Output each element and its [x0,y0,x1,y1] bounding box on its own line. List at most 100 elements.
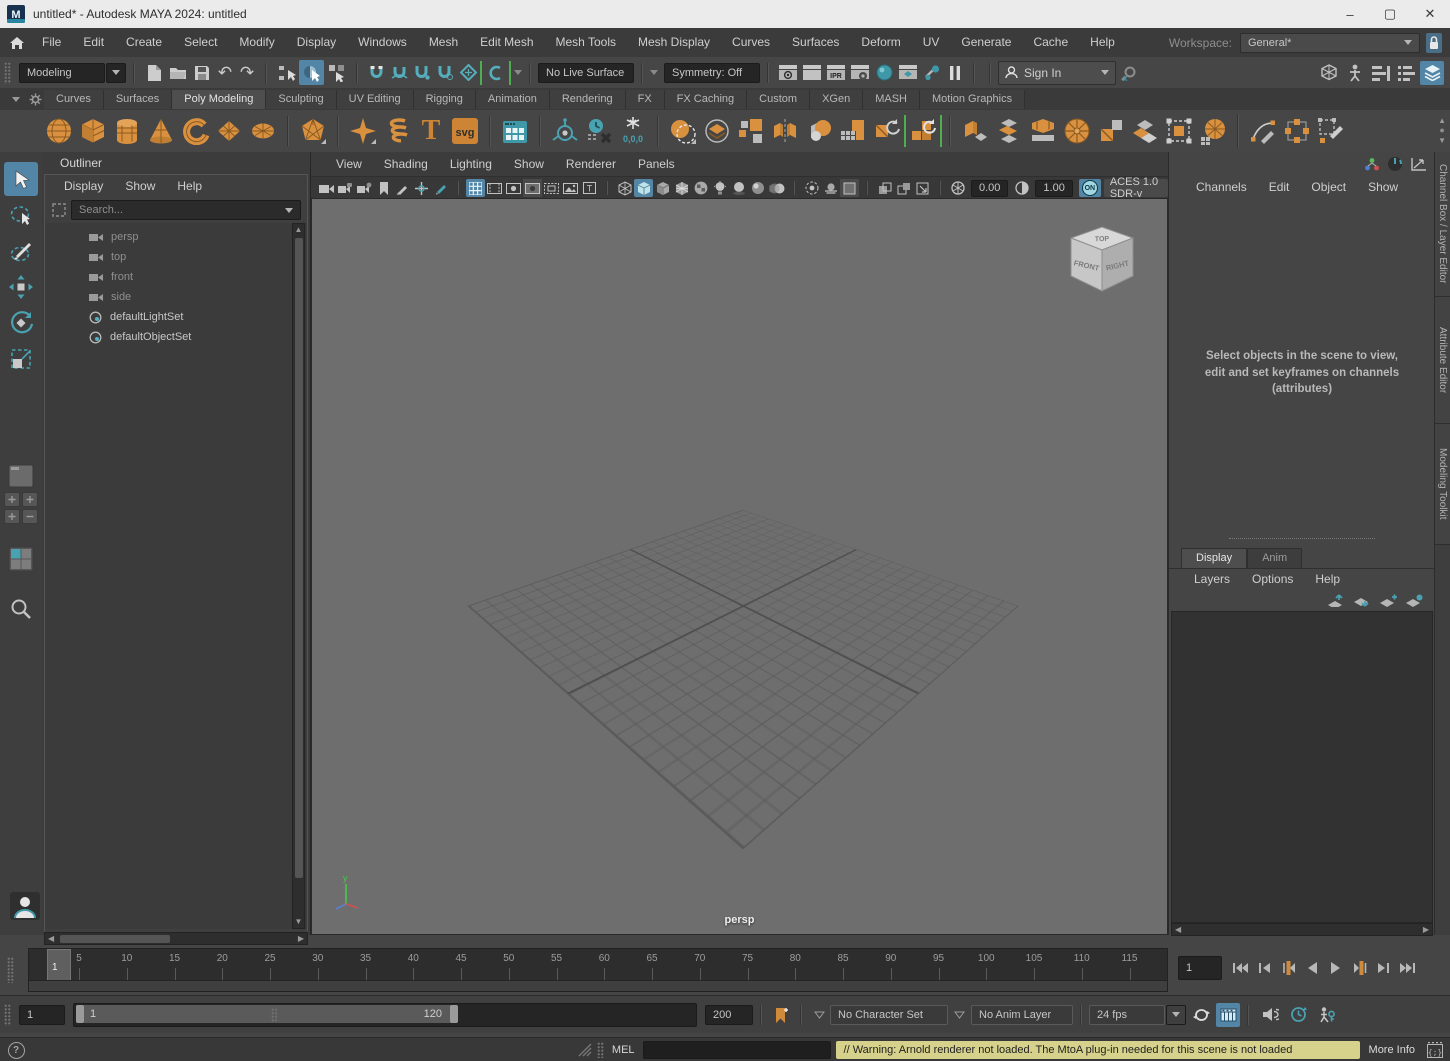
attribute-editor-toggle-icon[interactable] [1394,65,1420,81]
motion-blur-icon[interactable] [767,179,786,197]
transform-constraint-icon[interactable] [1162,114,1196,148]
poly-torus-icon[interactable] [178,114,212,148]
create-empty-layer-icon[interactable] [1379,594,1397,607]
user-avatar[interactable] [8,889,42,923]
freeze-transformations-icon[interactable]: 0,0,0 [616,114,650,148]
separator[interactable] [133,63,135,83]
layer-menu-layers[interactable]: Layers [1183,565,1241,594]
smooth-icon[interactable] [836,114,870,148]
view-cube[interactable]: TOP FRONT RIGHT [1065,221,1139,301]
curve-pencil-icon[interactable] [1246,114,1280,148]
gamma-icon[interactable] [1012,179,1031,197]
viewport-menu-shading[interactable]: Shading [373,150,439,179]
auto-keyframe-icon[interactable] [1312,1006,1340,1023]
shelf-tab-rendering[interactable]: Rendering [550,90,626,109]
hud-text-icon[interactable]: T [580,179,599,197]
pencil-icon[interactable] [431,179,450,197]
separator[interactable] [265,63,267,83]
outliner-menu-show[interactable]: Show [114,172,166,201]
outliner-item-defaultlightset[interactable]: defaultLightSet [45,307,307,327]
pane-arrow-icon[interactable] [913,179,932,197]
save-scene-icon[interactable] [190,65,214,81]
range-slider-active[interactable]: 1 120 [76,1005,458,1023]
select-camera-icon[interactable] [317,179,336,197]
fog-icon[interactable] [821,179,840,197]
timeslider-grip[interactable] [7,957,14,983]
workspace-dropdown[interactable]: General* [1240,33,1420,53]
range-end-handle[interactable] [450,1005,458,1023]
lasso-tool[interactable] [4,198,38,232]
flat-shade-icon[interactable] [653,179,672,197]
snap-to-grid-icon[interactable] [365,64,388,81]
menu-display[interactable]: Display [286,28,347,57]
open-scene-icon[interactable] [166,65,190,80]
helix-icon[interactable] [380,114,414,148]
xray-icon[interactable] [840,179,859,197]
character-set-dropdown[interactable]: No Character Set [830,1005,948,1025]
boolean-icon[interactable] [802,114,836,148]
layout-single-pane-button[interactable] [4,462,38,490]
menu-mesh-tools[interactable]: Mesh Tools [545,28,627,57]
range-start-handle[interactable] [76,1005,84,1023]
color-management-toggle[interactable]: ON [1079,179,1101,197]
shelf-scroll-controls[interactable]: ▲ ● ▼ [1438,117,1446,145]
poly-plane-icon[interactable] [212,114,246,148]
separator[interactable] [1247,1005,1249,1025]
layer-menu-options[interactable]: Options [1241,565,1304,594]
layout-four-view-button[interactable] [4,544,38,574]
graph-editor-icon[interactable] [1410,157,1427,172]
range-slider-track[interactable]: 1 120 [73,1003,697,1027]
copy-pane-icon[interactable] [875,179,894,197]
playback-loop-icon[interactable] [1186,1008,1216,1022]
step-back-frame-button[interactable] [1252,955,1276,981]
more-info-button[interactable]: More Info [1360,1040,1424,1060]
poly-cylinder-icon[interactable] [110,114,144,148]
shadows-icon[interactable] [729,179,748,197]
search-icon[interactable]: x [1116,64,1142,82]
command-feedback[interactable]: // Warning: Arnold renderer not loaded. … [836,1041,1360,1059]
outliner-search-input[interactable]: Search... [71,200,301,220]
menu-modify[interactable]: Modify [228,28,285,57]
channel-node-icon[interactable] [1364,157,1380,172]
render-view-icon[interactable] [776,65,800,80]
select-component-icon[interactable] [324,64,349,82]
grease-pencil-icon[interactable] [393,179,412,197]
workspace-lock-icon[interactable] [1426,33,1442,53]
maximize-button[interactable]: ▢ [1370,0,1410,28]
shelf-tab-poly-modeling[interactable]: Poly Modeling [172,90,266,109]
render-settings-icon[interactable] [848,65,872,81]
outliner-item-persp[interactable]: persp [45,227,307,247]
statusline-grip[interactable] [4,62,11,84]
quad-draw-icon[interactable] [1128,114,1162,148]
textured-icon[interactable] [691,179,710,197]
exposure-icon[interactable] [948,179,967,197]
shelf-tab-curves[interactable]: Curves [44,90,104,109]
curve-edit-tool-icon[interactable] [1314,114,1348,148]
outliner-title[interactable]: Outliner [60,156,102,170]
channel-box-toggle-icon[interactable] [1368,65,1394,81]
go-to-start-button[interactable] [1228,955,1252,981]
pivot-icon[interactable] [412,179,431,197]
snap-to-point-icon[interactable] [411,64,434,81]
use-all-lights-icon[interactable] [710,179,729,197]
help-icon[interactable]: ? [0,1042,32,1059]
menu-surfaces[interactable]: Surfaces [781,28,850,57]
screen-space-ao-icon[interactable] [748,179,767,197]
anim-layer-dropdown[interactable]: No Anim Layer [971,1005,1073,1025]
shelf-tab-motion-graphics[interactable]: Motion Graphics [920,90,1025,109]
symmetry-arrow[interactable] [650,70,658,75]
play-backwards-button[interactable] [1300,955,1324,981]
timeline-ruler[interactable]: 1 51015202530354045505560657075808590951… [28,948,1168,992]
menu-uv[interactable]: UV [912,28,951,57]
modeling-toolkit-shelf-icon[interactable] [498,114,532,148]
layer-menu-help[interactable]: Help [1304,565,1351,594]
wireframe-on-shaded-icon[interactable] [672,179,691,197]
scale-tool[interactable] [4,342,38,376]
shelf-tab-surfaces[interactable]: Surfaces [104,90,172,109]
layout-split-buttons-1[interactable] [4,492,38,507]
colorspace-dropdown[interactable]: ACES 1.0 SDR-v [1104,179,1168,197]
gamma-field[interactable]: 1.00 [1035,180,1072,197]
current-frame-field[interactable]: 1 [1178,956,1222,980]
outliner-item-top[interactable]: top [45,247,307,267]
anim-end-field[interactable]: 200 [705,1005,753,1025]
